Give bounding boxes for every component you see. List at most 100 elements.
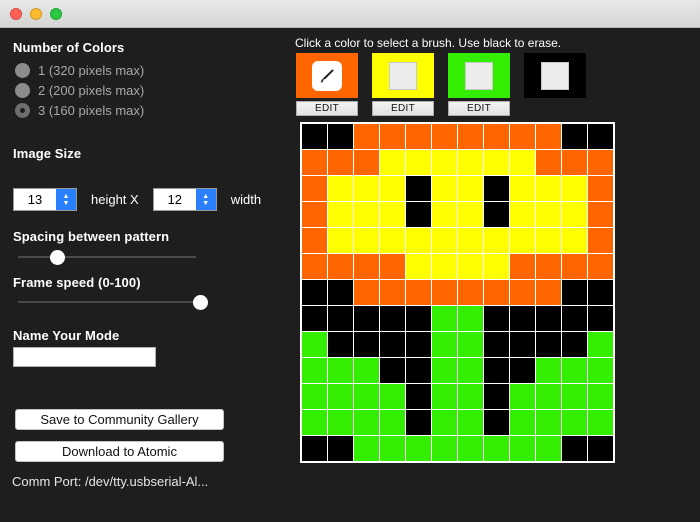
pixel-cell-r10-c7[interactable] [484,384,509,409]
pixel-cell-r7-c8[interactable] [510,306,535,331]
pixel-cell-r5-c4[interactable] [406,254,431,279]
pixel-cell-r11-c10[interactable] [562,410,587,435]
pixel-cell-r6-c0[interactable] [302,280,327,305]
pixel-cell-r12-c6[interactable] [458,436,483,461]
height-stepper-arrows[interactable]: ▲ ▼ [56,189,76,210]
radio-icon[interactable] [15,83,30,98]
pixel-cell-r8-c9[interactable] [536,332,561,357]
pixel-cell-r6-c10[interactable] [562,280,587,305]
pixel-cell-r5-c2[interactable] [354,254,379,279]
pixel-cell-r7-c11[interactable] [588,306,613,331]
chevron-down-icon[interactable]: ▼ [202,200,209,207]
pixel-cell-r7-c1[interactable] [328,306,353,331]
pixel-cell-r10-c1[interactable] [328,384,353,409]
width-stepper-arrows[interactable]: ▲ ▼ [195,189,216,210]
pixel-cell-r12-c1[interactable] [328,436,353,461]
pixel-cell-r4-c3[interactable] [380,228,405,253]
pixel-cell-r9-c9[interactable] [536,358,561,383]
pixel-cell-r11-c4[interactable] [406,410,431,435]
spacing-slider[interactable] [18,248,196,266]
pixel-cell-r8-c3[interactable] [380,332,405,357]
frame-speed-slider[interactable] [18,293,209,311]
pixel-cell-r7-c4[interactable] [406,306,431,331]
pixel-cell-r6-c7[interactable] [484,280,509,305]
color-count-option-1[interactable]: 1 (320 pixels max) [15,61,144,80]
pixel-cell-r2-c1[interactable] [328,176,353,201]
pixel-cell-r10-c5[interactable] [432,384,457,409]
pixel-cell-r7-c5[interactable] [432,306,457,331]
pixel-cell-r4-c4[interactable] [406,228,431,253]
pixel-cell-r12-c4[interactable] [406,436,431,461]
pixel-cell-r1-c1[interactable] [328,150,353,175]
radio-icon[interactable] [15,63,30,78]
pixel-cell-r3-c6[interactable] [458,202,483,227]
pixel-cell-r12-c10[interactable] [562,436,587,461]
pixel-cell-r1-c7[interactable] [484,150,509,175]
pixel-cell-r6-c3[interactable] [380,280,405,305]
spacing-slider-thumb[interactable] [50,250,66,265]
pixel-cell-r5-c5[interactable] [432,254,457,279]
pixel-cell-r3-c8[interactable] [510,202,535,227]
pixel-cell-r9-c6[interactable] [458,358,483,383]
frame-speed-slider-thumb[interactable] [193,295,209,310]
pixel-cell-r7-c0[interactable] [302,306,327,331]
pixel-cell-r9-c10[interactable] [562,358,587,383]
name-your-mode-input[interactable] [13,347,156,367]
pixel-cell-r3-c11[interactable] [588,202,613,227]
pixel-cell-r2-c9[interactable] [536,176,561,201]
pixel-cell-r5-c0[interactable] [302,254,327,279]
pixel-cell-r2-c2[interactable] [354,176,379,201]
pixel-cell-r1-c4[interactable] [406,150,431,175]
pixel-cell-r8-c6[interactable] [458,332,483,357]
pixel-cell-r10-c11[interactable] [588,384,613,409]
pixel-cell-r1-c6[interactable] [458,150,483,175]
pixel-cell-r11-c6[interactable] [458,410,483,435]
pixel-cell-r4-c6[interactable] [458,228,483,253]
pixel-cell-r3-c3[interactable] [380,202,405,227]
pixel-cell-r8-c10[interactable] [562,332,587,357]
pixel-cell-r8-c1[interactable] [328,332,353,357]
width-stepper[interactable]: 12 ▲ ▼ [152,188,217,211]
pixel-cell-r12-c11[interactable] [588,436,613,461]
pixel-cell-r11-c1[interactable] [328,410,353,435]
pixel-cell-r7-c6[interactable] [458,306,483,331]
pixel-cell-r10-c2[interactable] [354,384,379,409]
pixel-cell-r3-c1[interactable] [328,202,353,227]
pixel-cell-r2-c7[interactable] [484,176,509,201]
pixel-cell-r5-c7[interactable] [484,254,509,279]
maximize-button[interactable] [50,7,62,20]
pixel-cell-r9-c3[interactable] [380,358,405,383]
pixel-cell-r11-c5[interactable] [432,410,457,435]
pixel-cell-r9-c11[interactable] [588,358,613,383]
pixel-cell-r4-c7[interactable] [484,228,509,253]
save-to-community-gallery-button[interactable]: Save to Community Gallery [15,409,224,430]
pixel-cell-r1-c9[interactable] [536,150,561,175]
pixel-cell-r12-c7[interactable] [484,436,509,461]
pixel-cell-r4-c1[interactable] [328,228,353,253]
pixel-cell-r11-c2[interactable] [354,410,379,435]
pixel-cell-r7-c9[interactable] [536,306,561,331]
pixel-cell-r0-c2[interactable] [354,124,379,149]
pixel-cell-r1-c5[interactable] [432,150,457,175]
pixel-cell-r4-c2[interactable] [354,228,379,253]
pixel-cell-r6-c5[interactable] [432,280,457,305]
pixel-cell-r1-c2[interactable] [354,150,379,175]
pixel-cell-r0-c11[interactable] [588,124,613,149]
pixel-cell-r10-c4[interactable] [406,384,431,409]
pixel-cell-r10-c10[interactable] [562,384,587,409]
pixel-cell-r11-c9[interactable] [536,410,561,435]
close-button[interactable] [10,7,22,20]
pixel-cell-r0-c5[interactable] [432,124,457,149]
spacing-slider-track[interactable] [18,256,196,258]
pixel-cell-r5-c11[interactable] [588,254,613,279]
pixel-cell-r11-c3[interactable] [380,410,405,435]
pixel-cell-r3-c5[interactable] [432,202,457,227]
pixel-cell-r0-c3[interactable] [380,124,405,149]
pixel-cell-r10-c9[interactable] [536,384,561,409]
pixel-cell-r0-c7[interactable] [484,124,509,149]
pixel-cell-r3-c2[interactable] [354,202,379,227]
pixel-cell-r7-c10[interactable] [562,306,587,331]
pixel-cell-r2-c6[interactable] [458,176,483,201]
pixel-cell-r3-c7[interactable] [484,202,509,227]
pixel-cell-r10-c8[interactable] [510,384,535,409]
